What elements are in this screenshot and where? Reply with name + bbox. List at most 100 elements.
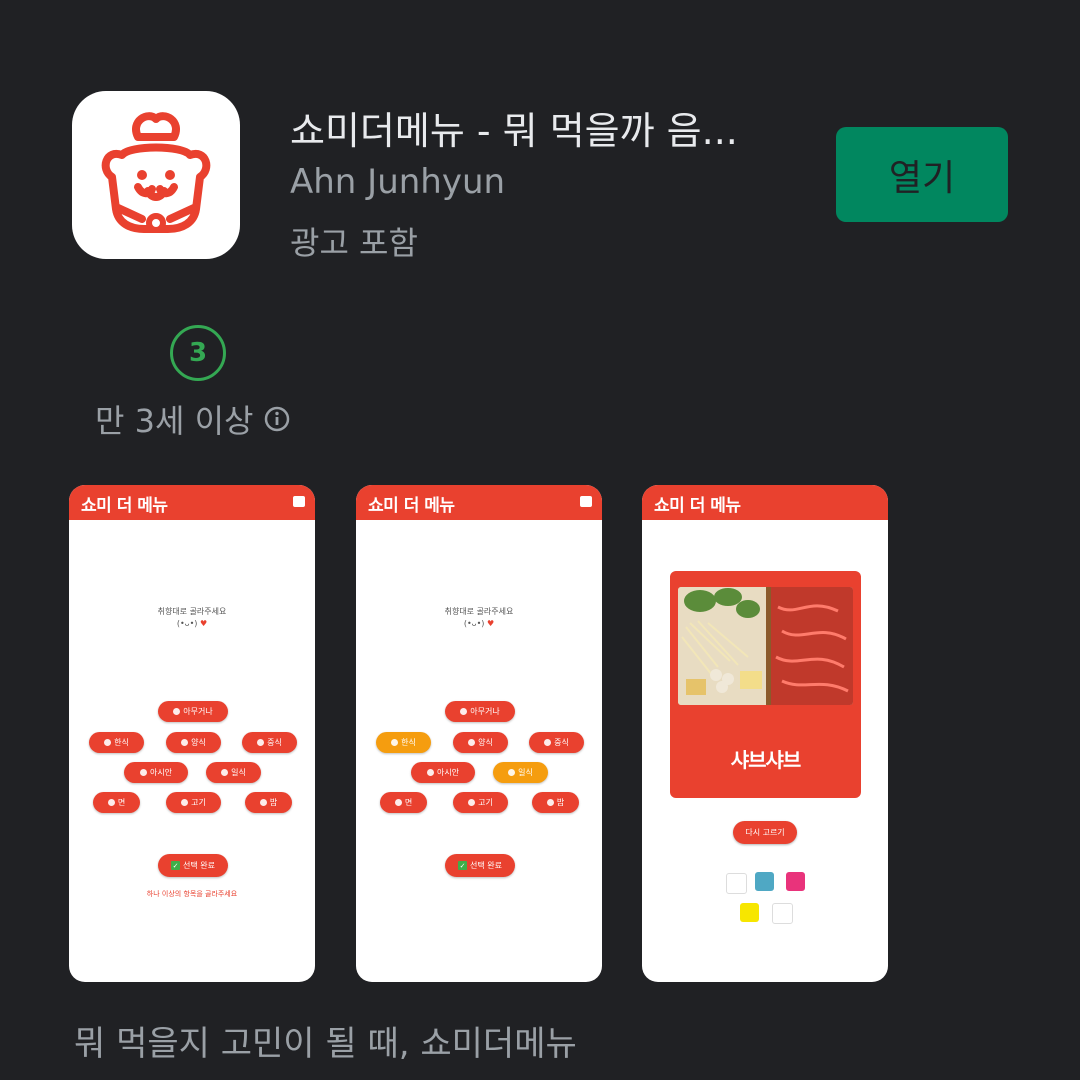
- menu-pill-label: 면: [404, 798, 413, 807]
- menu-pill-any: 아무거나: [445, 701, 515, 722]
- menu-pill-label: 고기: [478, 798, 493, 807]
- screenshot-app-title: 쇼미 더 메뉴: [368, 496, 455, 516]
- menu-pill-chinese: 중식: [529, 732, 584, 753]
- menu-pill-asian: 아시안: [411, 762, 475, 783]
- menu-pill-korean-selected: 한식: [376, 732, 431, 753]
- rice-ball-icon: [546, 799, 554, 806]
- menu-pill-korean: 한식: [89, 732, 144, 753]
- heart-icon: ♥: [199, 619, 208, 628]
- check-icon: ✓: [171, 861, 180, 870]
- check-icon: ✓: [458, 861, 467, 870]
- navigation-app-icon: [772, 903, 793, 924]
- selection-hint: 하나 이상의 항목을 골라주세요: [146, 890, 238, 898]
- info-icon[interactable]: [263, 405, 291, 433]
- menu-pill-japanese: 일식: [206, 762, 261, 783]
- rice-ball-icon: [259, 799, 267, 806]
- noodle-bowl-icon: [139, 769, 147, 776]
- screenshot-app-title: 쇼미 더 메뉴: [654, 496, 741, 516]
- menu-pill-label: 일식: [518, 768, 533, 777]
- app-title: 쇼미더메뉴 - 뭐 먹을까 음...: [290, 109, 738, 153]
- fork-icon: [173, 708, 181, 715]
- menu-pill-western: 양식: [453, 732, 508, 753]
- rice-bowl-icon: [391, 739, 399, 746]
- sushi-icon: [221, 769, 229, 776]
- map-pin-icon: [740, 903, 759, 922]
- shabu-shabu-photo: [678, 587, 853, 705]
- menu-pill-japanese-selected: 일식: [493, 762, 548, 783]
- screenshot-app-bar: 쇼미 더 메뉴: [642, 485, 888, 520]
- sushi-icon: [508, 769, 516, 776]
- select-done-button: ✓ 선택 완료: [445, 854, 515, 877]
- menu-pill-meat: 고기: [166, 792, 221, 813]
- screenshot-app-bar: 쇼미 더 메뉴: [69, 485, 315, 520]
- age-rating-label: 만 3세 이상: [95, 402, 254, 440]
- menu-pill-label: 한식: [401, 738, 416, 747]
- app-icon: [72, 91, 240, 259]
- menu-pill-label: 한식: [114, 738, 129, 747]
- flag-icon: [293, 496, 305, 507]
- menu-pill-label: 일식: [231, 768, 246, 777]
- contains-ads-label: 광고 포함: [290, 224, 418, 262]
- menu-pill-label: 고기: [191, 798, 206, 807]
- menu-pill-noodle: 면: [380, 792, 427, 813]
- screenshot-2[interactable]: 쇼미 더 메뉴 취향대로 골라주세요 (•ᴗ•) ♥ 아무거나 한식 양식 중식…: [356, 485, 602, 982]
- menu-pill-label: 면: [117, 798, 126, 807]
- screenshot-app-title: 쇼미 더 메뉴: [81, 496, 168, 516]
- menu-pill-label: 밥: [556, 798, 565, 807]
- menu-pill-asian: 아시안: [124, 762, 188, 783]
- menu-pill-any: 아무거나: [158, 701, 228, 722]
- age-rating-badge: 3: [170, 325, 226, 381]
- menu-pill-rice: 밥: [245, 792, 292, 813]
- open-button[interactable]: 열기: [836, 127, 1008, 222]
- heart-icon: ♥: [486, 619, 495, 628]
- menu-pill-label: 아시안: [436, 768, 460, 777]
- menu-pill-label: 아무거나: [470, 707, 500, 716]
- rice-bowl-icon: [104, 739, 112, 746]
- meat-icon: [468, 799, 476, 806]
- pasta-icon: [181, 739, 189, 746]
- menu-pill-meat: 고기: [453, 792, 508, 813]
- developer-name[interactable]: Ahn Junhyun: [290, 162, 505, 202]
- select-done-button: ✓ 선택 완료: [158, 854, 228, 877]
- meat-icon: [181, 799, 189, 806]
- retry-button: 다시 고르기: [733, 821, 797, 844]
- app-caption: 뭐 먹을지 고민이 될 때, 쇼미더메뉴: [74, 1024, 577, 1064]
- menu-pill-label: 중식: [554, 738, 569, 747]
- screenshot-3[interactable]: 쇼미 더 메뉴 샤브샤브 다시 고르기: [642, 485, 888, 982]
- prompt-text: 취향대로 골라주세요: [444, 607, 514, 616]
- menu-pill-rice: 밥: [532, 792, 579, 813]
- takeout-box-icon: [544, 739, 552, 746]
- delivery-app-icon: [786, 872, 805, 891]
- emoticon-text: (•ᴗ•): [176, 619, 198, 628]
- screenshot-1[interactable]: 쇼미 더 메뉴 취향대로 골라주세요 (•ᴗ•) ♥ 아무거나 한식 양식 중식…: [69, 485, 315, 982]
- menu-pill-label: 양식: [191, 738, 206, 747]
- service-logo-icon: [726, 873, 747, 894]
- prompt-text: 취향대로 골라주세요: [157, 607, 227, 616]
- menu-pill-label: 밥: [269, 798, 278, 807]
- menu-pill-label: 중식: [267, 738, 282, 747]
- noodle-bowl-icon: [426, 769, 434, 776]
- ramen-icon: [394, 799, 402, 806]
- pasta-icon: [468, 739, 476, 746]
- menu-pill-chinese: 중식: [242, 732, 297, 753]
- done-label: 선택 완료: [470, 861, 502, 870]
- emoticon-text: (•ᴗ•): [463, 619, 485, 628]
- age-rating-row[interactable]: 만 3세 이상: [95, 396, 291, 442]
- ramen-icon: [107, 799, 115, 806]
- menu-pill-label: 아무거나: [183, 707, 213, 716]
- fork-icon: [460, 708, 468, 715]
- result-food-name: 샤브샤브: [730, 748, 802, 772]
- chef-bear-icon: [101, 112, 211, 233]
- takeout-box-icon: [257, 739, 265, 746]
- menu-pill-western: 양식: [166, 732, 221, 753]
- screenshot-app-bar: 쇼미 더 메뉴: [356, 485, 602, 520]
- menu-pill-label: 아시안: [149, 768, 173, 777]
- prompt-emoticon: (•ᴗ•) ♥: [356, 619, 602, 628]
- flag-icon: [580, 496, 592, 507]
- result-card: 샤브샤브: [670, 571, 861, 798]
- done-label: 선택 완료: [183, 861, 215, 870]
- menu-pill-label: 양식: [478, 738, 493, 747]
- menu-pill-noodle: 면: [93, 792, 140, 813]
- prompt-emoticon: (•ᴗ•) ♥: [69, 619, 315, 628]
- map-app-icon: [755, 872, 774, 891]
